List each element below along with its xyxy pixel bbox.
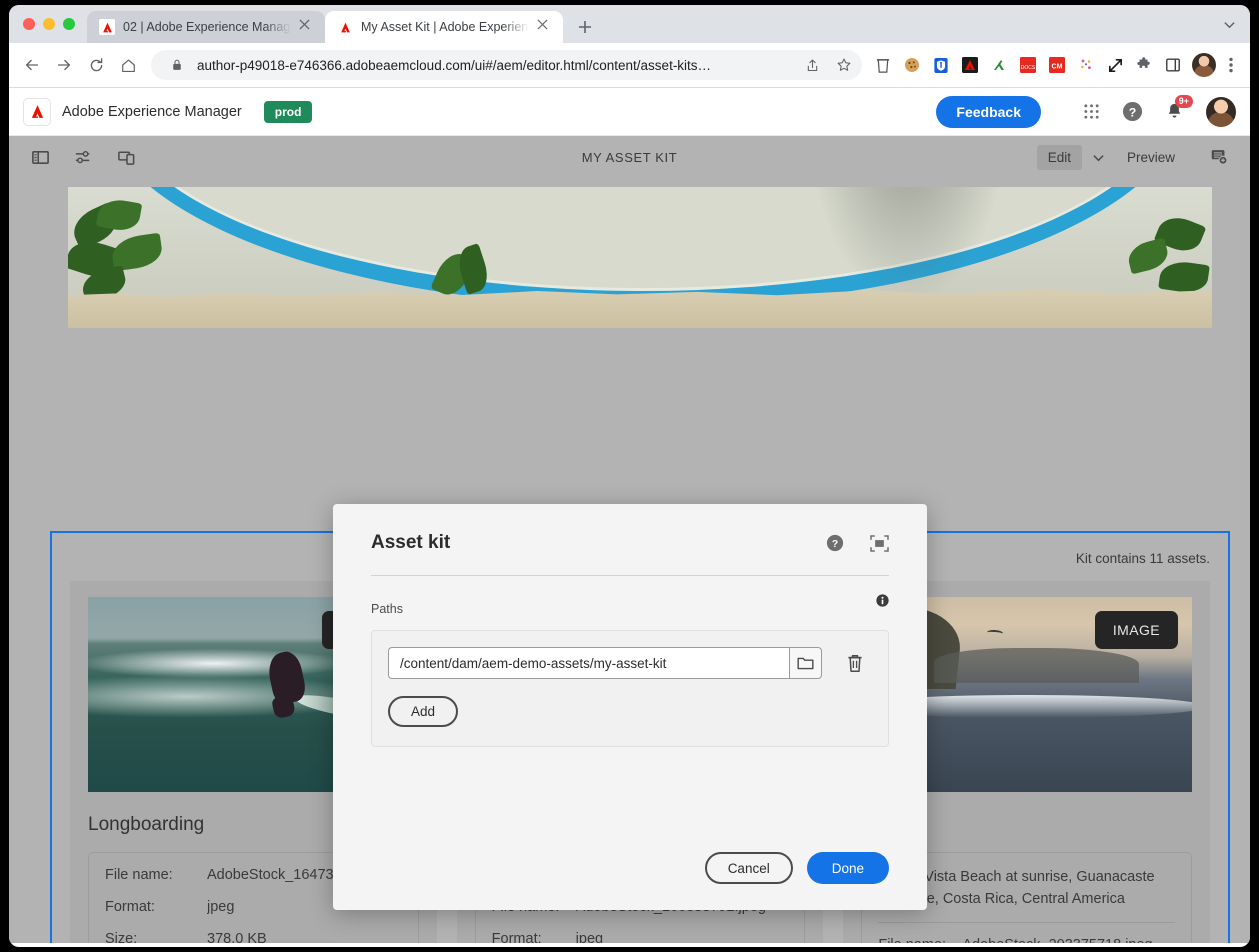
browser-tab-2-title: My Asset Kit | Adobe Experienc [361, 20, 529, 34]
expand-extension-icon[interactable] [1102, 52, 1128, 78]
address-bar[interactable]: author-p49018-e746366.adobeaemcloud.com/… [151, 50, 862, 80]
adobe-logo-icon[interactable] [23, 97, 51, 126]
browser-toolbar: author-p49018-e746366.adobeaemcloud.com/… [9, 43, 1250, 88]
new-tab-button[interactable] [571, 13, 599, 41]
close-icon[interactable] [299, 19, 315, 35]
browser-tab-2[interactable]: My Asset Kit | Adobe Experienc [325, 11, 563, 43]
path-row [388, 647, 872, 679]
header-icon-group: ? 9+ [1083, 95, 1236, 127]
help-circle-icon[interactable]: ? [826, 534, 844, 552]
svg-text:?: ? [1129, 105, 1137, 119]
paths-multifield: Add [371, 630, 889, 747]
help-icon[interactable]: ? [1122, 101, 1143, 122]
path-input[interactable] [388, 647, 789, 679]
product-name: Adobe Experience Manager [62, 103, 242, 120]
page-properties-icon[interactable] [68, 142, 98, 172]
reload-icon[interactable] [81, 50, 111, 80]
side-panel-toggle-icon[interactable] [25, 142, 55, 172]
kebab-menu-icon[interactable] [1220, 57, 1242, 73]
feedback-button[interactable]: Feedback [936, 95, 1041, 128]
loom-extension-icon[interactable] [1073, 52, 1099, 78]
share-icon[interactable] [800, 53, 824, 77]
preview-mode-button[interactable]: Preview [1116, 145, 1186, 170]
page-canvas: Kit contains 11 assets. IMAGE Longboardi… [9, 178, 1250, 943]
add-annotation-icon[interactable] [1204, 142, 1234, 172]
minimize-window-button[interactable] [43, 18, 55, 30]
cancel-button[interactable]: Cancel [704, 852, 793, 884]
adobe-extension-icon[interactable] [957, 52, 983, 78]
adobe-icon [99, 19, 115, 35]
notifications-bell-icon[interactable]: 9+ [1165, 95, 1193, 121]
browser-extensions: DOCS CM [870, 52, 1188, 78]
editor-toolbar-right: Edit Preview [1036, 142, 1234, 172]
aem-header: Adobe Experience Manager prod Feedback ?… [9, 88, 1250, 136]
dialog-footer: Cancel Done [371, 852, 889, 910]
trash-delete-icon[interactable] [838, 647, 872, 679]
fullscreen-icon[interactable] [870, 534, 889, 552]
svg-text:DOCS: DOCS [1021, 65, 1036, 71]
environment-badge: prod [263, 100, 313, 123]
docs-extension-icon[interactable]: DOCS [1015, 52, 1041, 78]
dialog-title: Asset kit [371, 532, 451, 553]
bitwarden-extension-icon[interactable] [928, 52, 954, 78]
edit-mode-button[interactable]: Edit [1036, 144, 1082, 170]
trash-extension-icon[interactable] [870, 52, 896, 78]
browser-tab-1-title: 02 | Adobe Experience Manage [123, 20, 291, 34]
sidepanel-icon[interactable] [1160, 52, 1186, 78]
puzzle-extensions-icon[interactable] [1131, 52, 1157, 78]
dialog-body: Paths Add [371, 576, 889, 747]
add-path-button[interactable]: Add [388, 696, 459, 727]
asset-kit-dialog: Asset kit ? Paths /content/dam/aem-demo-… [333, 504, 927, 910]
browser-window: 02 | Adobe Experience Manage My Asset Ki… [9, 5, 1250, 947]
lock-icon [165, 53, 189, 77]
home-icon[interactable] [113, 50, 143, 80]
address-bar-url: author-p49018-e746366.adobeaemcloud.com/… [197, 57, 712, 73]
tab-strip-spacer [599, 5, 1214, 43]
folder-browse-icon[interactable] [789, 647, 822, 679]
dialog-header: Asset kit ? [371, 532, 889, 554]
adobe-icon [337, 19, 353, 35]
chevron-down-icon[interactable] [1086, 151, 1112, 164]
paths-field-label: Paths [371, 602, 403, 616]
info-circle-icon[interactable] [876, 594, 889, 612]
modal-overlay: Asset kit ? Paths /content/dam/aem-demo-… [9, 178, 1250, 943]
user-avatar[interactable] [1206, 96, 1236, 127]
kaspersky-extension-icon[interactable] [986, 52, 1012, 78]
notification-count-badge: 9+ [1174, 95, 1193, 109]
tab-search-chevron-icon[interactable] [1214, 5, 1244, 43]
close-icon[interactable] [537, 19, 553, 35]
svg-text:?: ? [832, 539, 838, 550]
maximize-window-button[interactable] [63, 18, 75, 30]
close-window-button[interactable] [23, 18, 35, 30]
browser-tab-strip: 02 | Adobe Experience Manage My Asset Ki… [9, 5, 1250, 43]
bookmark-star-icon[interactable] [832, 53, 856, 77]
back-arrow-icon[interactable] [17, 50, 47, 80]
emulator-device-icon[interactable] [111, 142, 141, 172]
svg-text:CM: CM [1052, 64, 1063, 71]
browser-tab-1[interactable]: 02 | Adobe Experience Manage [87, 11, 325, 43]
done-button[interactable]: Done [806, 852, 889, 884]
chrome-profile-avatar[interactable] [1192, 53, 1216, 77]
dialog-header-actions: ? [826, 534, 889, 552]
cookie-extension-icon[interactable] [899, 52, 925, 78]
cm-extension-icon[interactable]: CM [1044, 52, 1070, 78]
editor-toolbar: MY ASSET KIT Edit Preview [9, 136, 1250, 178]
forward-arrow-icon[interactable] [49, 50, 79, 80]
window-traffic-lights [19, 5, 87, 43]
app-grid-icon[interactable] [1083, 103, 1100, 120]
